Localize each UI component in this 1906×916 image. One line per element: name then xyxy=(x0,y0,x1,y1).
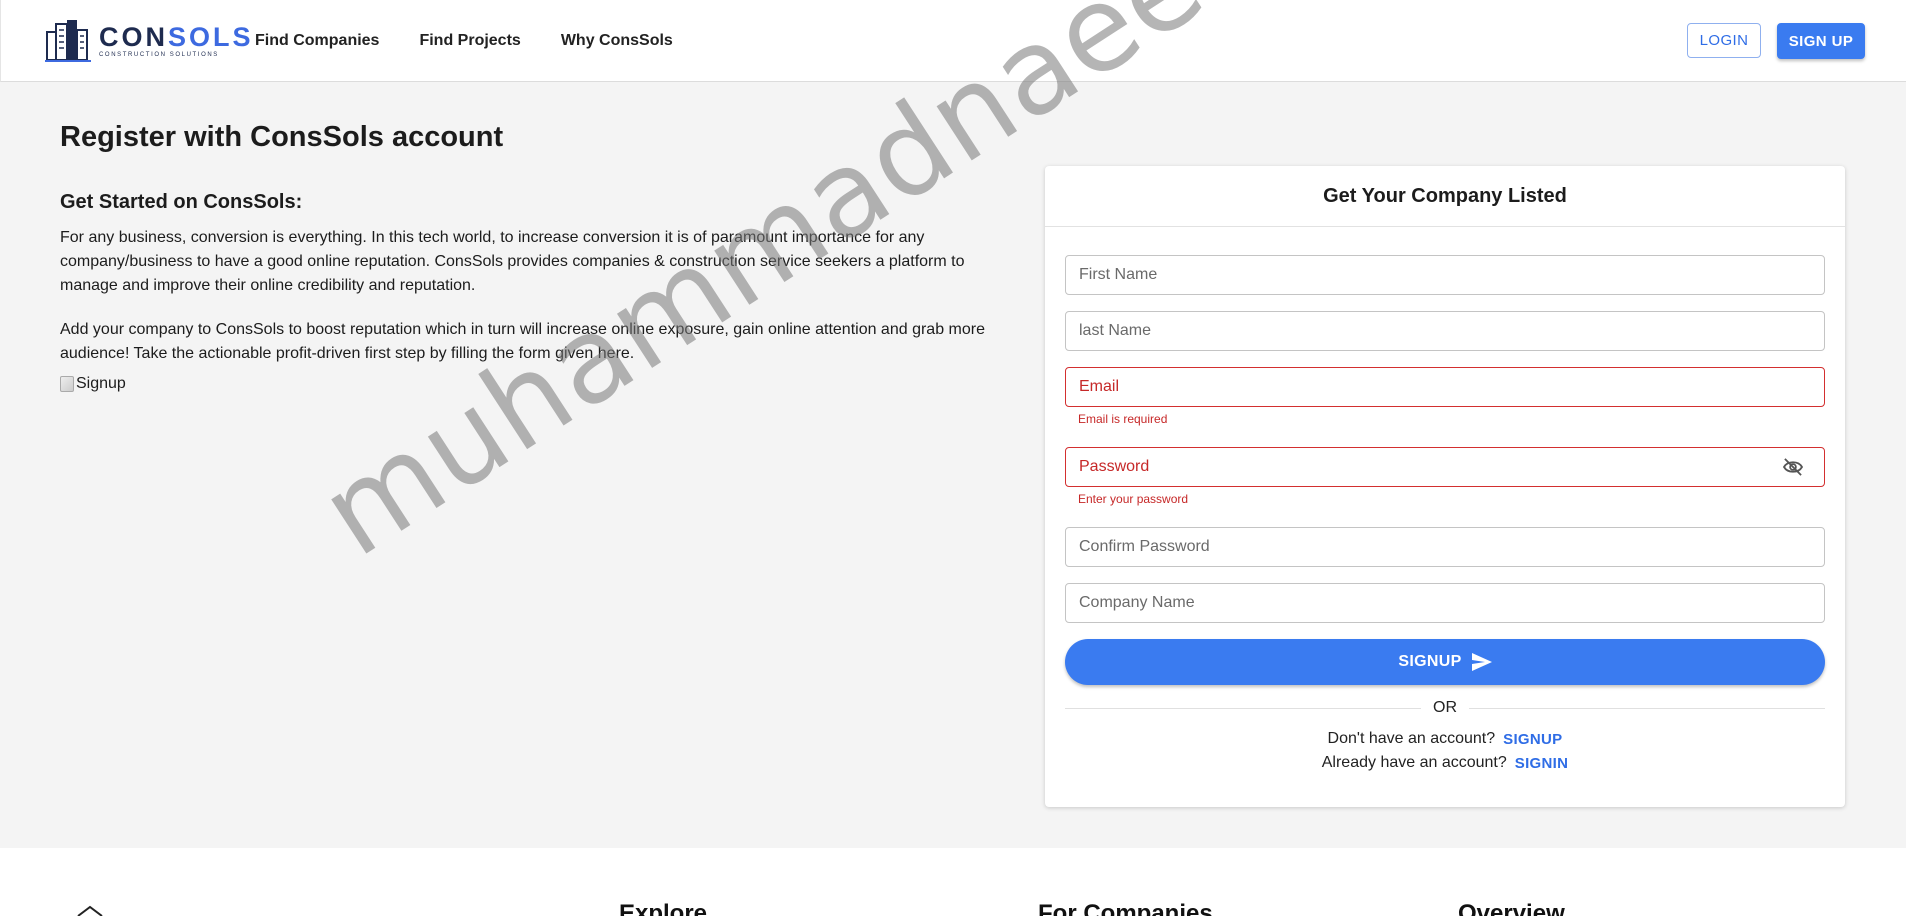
company-name-placeholder: Company Name xyxy=(1079,594,1195,611)
section-subtitle: Get Started on ConsSols: xyxy=(60,191,303,213)
login-button[interactable]: LOGIN xyxy=(1687,23,1761,58)
no-account-row: Don't have an account? SIGNUP xyxy=(1045,730,1845,748)
form-title: Get Your Company Listed xyxy=(1045,166,1845,227)
password-placeholder: Password xyxy=(1079,458,1150,475)
no-account-text: Don't have an account? xyxy=(1327,730,1496,747)
footer: Explore For Companies Overview xyxy=(0,848,1906,916)
signup-link[interactable]: SIGNUP xyxy=(1503,731,1562,748)
signup-button[interactable]: SIGN UP xyxy=(1777,23,1865,59)
building-icon xyxy=(45,20,91,62)
logo-text: CONSOLS CONSTRUCTION SOLUTIONS xyxy=(99,23,254,58)
footer-logo-icon xyxy=(77,905,103,916)
footer-heading-for-companies: For Companies xyxy=(1038,900,1213,916)
password-error: Enter your password xyxy=(1078,492,1189,506)
divider-line-left xyxy=(1065,707,1421,709)
signup-submit-button[interactable]: SIGNUP xyxy=(1065,639,1825,685)
broken-image-icon xyxy=(60,376,74,392)
page-title: Register with ConsSols account xyxy=(60,121,504,153)
confirm-password-placeholder: Confirm Password xyxy=(1079,538,1210,555)
last-name-field[interactable]: last Name xyxy=(1065,311,1825,351)
email-field[interactable]: Email xyxy=(1065,367,1825,407)
cta-paragraph: Add your company to ConsSols to boost re… xyxy=(60,321,985,362)
submit-label: SIGNUP xyxy=(1398,653,1462,670)
or-divider: OR xyxy=(1065,698,1825,718)
nav-find-companies[interactable]: Find Companies xyxy=(255,32,379,50)
signup-image-alt: Signup xyxy=(76,375,126,392)
last-name-placeholder: last Name xyxy=(1079,322,1152,339)
visibility-off-icon[interactable] xyxy=(1782,458,1804,476)
top-navbar: CONSOLS CONSTRUCTION SOLUTIONS Find Comp… xyxy=(0,0,1906,82)
have-account-text: Already have an account? xyxy=(1321,754,1507,771)
password-field[interactable]: Password xyxy=(1065,447,1825,487)
intro-paragraph: For any business, conversion is everythi… xyxy=(60,229,965,294)
consols-logo[interactable]: CONSOLS CONSTRUCTION SOLUTIONS xyxy=(45,18,254,62)
divider-line-right xyxy=(1469,707,1825,709)
company-name-field[interactable]: Company Name xyxy=(1065,583,1825,623)
nav-why-consols[interactable]: Why ConsSols xyxy=(561,32,673,50)
first-name-field[interactable]: First Name xyxy=(1065,255,1825,295)
logo-wordmark: CONSOLS xyxy=(99,21,254,52)
send-icon xyxy=(1471,653,1492,671)
signup-image: Signup xyxy=(60,375,126,393)
nav-find-projects[interactable]: Find Projects xyxy=(419,32,520,50)
email-error: Email is required xyxy=(1078,412,1168,426)
signin-link[interactable]: SIGNIN xyxy=(1515,755,1568,772)
registration-card: Get Your Company Listed First Name last … xyxy=(1045,166,1845,807)
or-label: OR xyxy=(1433,699,1457,716)
have-account-row: Already have an account? SIGNIN xyxy=(1045,754,1845,772)
footer-heading-overview: Overview xyxy=(1458,900,1565,916)
logo-tagline: CONSTRUCTION SOLUTIONS xyxy=(99,51,219,58)
first-name-placeholder: First Name xyxy=(1079,266,1158,283)
email-placeholder: Email xyxy=(1079,378,1120,395)
footer-heading-explore: Explore xyxy=(619,900,708,916)
main-nav: Find Companies Find Projects Why ConsSol… xyxy=(255,0,673,82)
confirm-password-field[interactable]: Confirm Password xyxy=(1065,527,1825,567)
